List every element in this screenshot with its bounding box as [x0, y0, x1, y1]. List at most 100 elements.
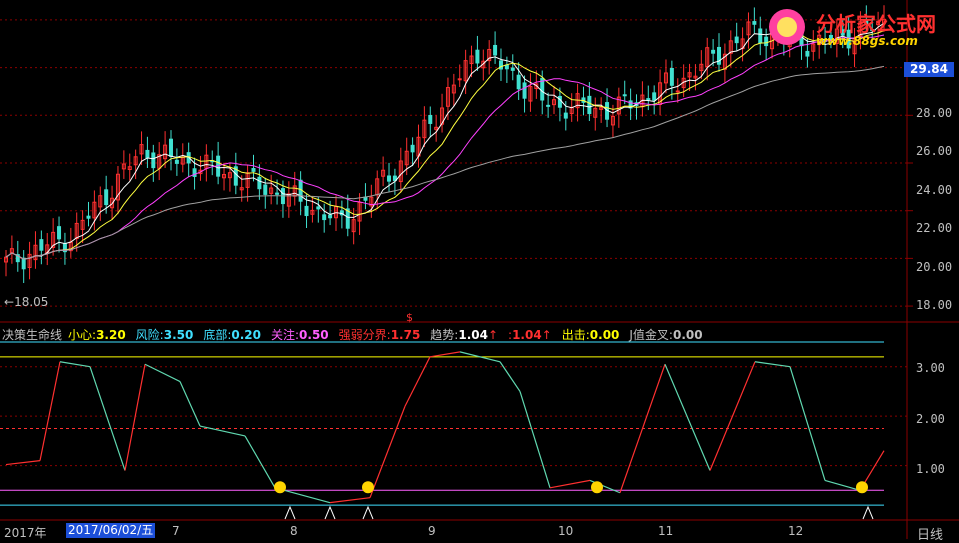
indicator-param-label: J值金叉: — [629, 328, 673, 342]
indicator-param: J值金叉:0.00 — [629, 324, 702, 343]
candle-body — [316, 206, 321, 210]
indicator-line-segment — [5, 460, 41, 466]
indicator-line-segment — [59, 361, 91, 368]
moving-average-line — [5, 22, 885, 260]
signal-badge-icon — [591, 481, 603, 494]
candle-body — [168, 138, 173, 157]
indicator-param-label: 趋势: — [430, 328, 459, 342]
price-tick: 18.00 — [916, 298, 953, 312]
indicator-param: 趋势:1.04↑ — [430, 324, 498, 343]
candle-body — [563, 112, 568, 119]
candle-body — [257, 176, 262, 190]
candle-body — [669, 67, 674, 86]
indicator-line-segment — [664, 364, 711, 471]
candle-body — [275, 192, 280, 195]
indicator-param-value: 3.20 — [96, 328, 126, 342]
candle-body — [504, 64, 509, 70]
indicator-line-segment — [124, 364, 146, 471]
candle-body — [263, 184, 268, 195]
current-price-badge: 29.84 — [904, 62, 954, 77]
watermark-brand: 分析家公式网 — [816, 12, 936, 36]
indicator-line-segment — [244, 435, 276, 489]
indicator-header[interactable]: 决策生命线 小心:3.20 风险:3.50 底部:0.20 关注:0.50 强弱分界:1.… — [2, 324, 713, 343]
candle-body — [493, 44, 498, 56]
indicator-line-segment — [549, 479, 591, 489]
month-tick: 11 — [658, 524, 674, 538]
indicator-param: 底部:0.20 — [203, 324, 261, 343]
month-tick: 12 — [788, 524, 804, 538]
indicator-param-value: 1.04 — [458, 328, 488, 342]
candle-body — [328, 214, 333, 219]
indicator-param-label: 底部: — [203, 328, 232, 342]
indicator-param-value: 1.04 — [512, 328, 542, 342]
indicator-param: :1.04↑ — [508, 324, 552, 343]
indicator-name: 决策生命线 — [2, 328, 63, 342]
signal-badge-icon — [274, 481, 286, 494]
month-tick: 8 — [290, 524, 298, 538]
candle-body — [622, 94, 627, 97]
candle-body — [151, 152, 156, 169]
indicator-param-label: 出击: — [561, 328, 590, 342]
indicator-param-label: 强弱分界: — [338, 328, 391, 342]
indicator-param: 关注:0.50 — [271, 324, 329, 343]
stock-chart-canvas[interactable] — [0, 0, 959, 539]
period-selector[interactable]: 日线 — [917, 524, 943, 543]
candle-body — [587, 95, 592, 115]
buy-arrow-icon — [862, 505, 874, 520]
candle-body — [457, 78, 462, 81]
candle-body — [510, 67, 515, 71]
low-price-value: 18.05 — [14, 295, 49, 309]
candle-body — [734, 36, 739, 44]
candle-body — [410, 144, 415, 153]
indicator-param-value: 1.75 — [390, 328, 421, 342]
indicator-line-segment — [404, 356, 431, 407]
month-tick: 10 — [558, 524, 574, 538]
moving-average-line — [5, 34, 885, 260]
indicator-line-segment — [369, 406, 406, 498]
arrow-up-icon: ↑ — [541, 328, 552, 342]
arrow-up-icon: ↑ — [487, 328, 499, 342]
selected-date-badge[interactable]: 2017/06/02/五 — [66, 523, 156, 538]
month-tick: 7 — [172, 524, 180, 538]
indicator-line-segment — [89, 366, 126, 471]
candle-body — [646, 98, 651, 101]
buy-arrow-icon — [362, 505, 374, 520]
indicator-tick: 1.00 — [916, 462, 945, 476]
buy-arrow-icon — [284, 505, 296, 520]
candle-body — [516, 74, 521, 90]
candle-body — [174, 159, 179, 164]
indicator-line-segment — [39, 361, 61, 461]
candle-body — [675, 90, 680, 93]
indicator-tick: 2.00 — [916, 412, 945, 426]
price-tick: 24.00 — [916, 183, 953, 197]
candle-body — [752, 21, 757, 25]
indicator-param: 风险:3.50 — [136, 324, 194, 343]
candle-body — [145, 149, 150, 159]
indicator-param: 强弱分界:1.75 — [339, 324, 421, 343]
candle-body — [304, 205, 309, 217]
candle-body — [711, 49, 716, 54]
candle-body — [86, 215, 91, 219]
signal-badge-icon — [362, 481, 374, 494]
indicator-param-value: 0.50 — [299, 328, 329, 342]
indicator-line-segment — [144, 363, 181, 383]
indicator-param-value: 0.00 — [672, 328, 703, 342]
candle-body — [522, 82, 527, 99]
candle-body — [652, 92, 657, 101]
indicator-param-label: 关注: — [270, 328, 300, 342]
moving-average-line — [5, 30, 885, 260]
signal-badge-icon — [856, 481, 868, 494]
arrow-left-icon: ← — [4, 295, 15, 309]
indicator-param: 小心:3.20 — [68, 324, 126, 343]
indicator-line-segment — [329, 497, 371, 504]
price-tick: 26.00 — [916, 144, 953, 158]
indicator-line-segment — [429, 351, 461, 358]
candle-body — [104, 189, 109, 206]
candle-body — [387, 175, 392, 182]
candle-body — [363, 196, 368, 201]
indicator-line-segment — [824, 479, 861, 491]
candle-body — [475, 49, 480, 64]
indicator-line-segment — [519, 391, 551, 488]
indicator-param-value: 0.00 — [589, 328, 620, 342]
buy-arrow-icon — [324, 505, 336, 520]
